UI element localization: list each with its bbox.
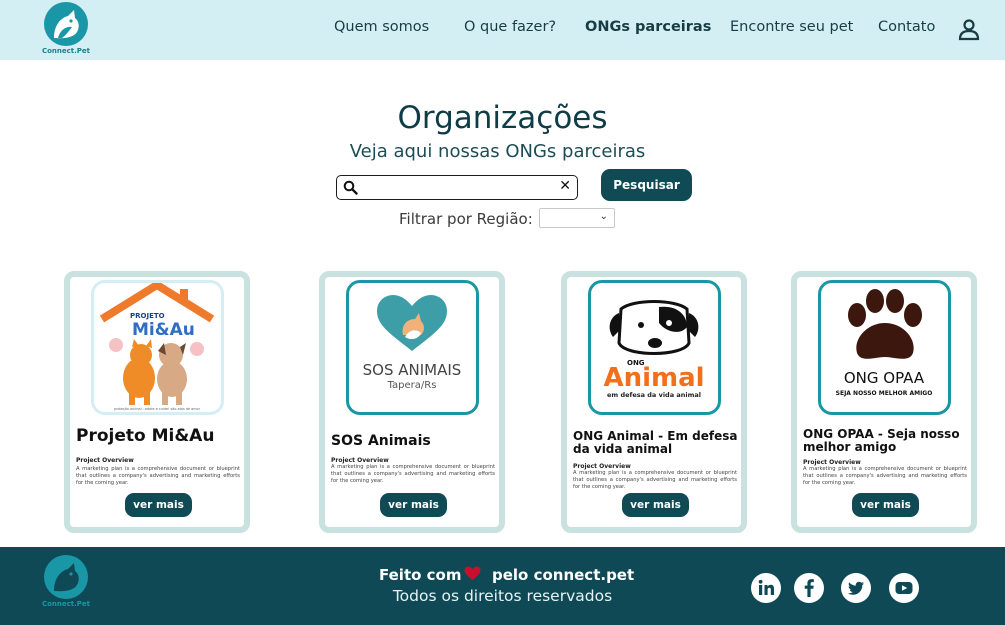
logo-text-slogan: em defesa da vida animal — [607, 391, 701, 399]
card-overview-label: Project Overview — [331, 457, 389, 464]
ong-logo-image: ONG Animal em defesa da vida animal — [588, 280, 721, 415]
logo-text-projeto: PROJETO — [130, 312, 165, 320]
search-button[interactable]: Pesquisar — [601, 169, 692, 201]
nav-quem-somos[interactable]: Quem somos — [334, 19, 429, 35]
logo-text-animal: Animal — [603, 363, 704, 393]
ver-mais-button[interactable]: ver mais — [852, 493, 919, 517]
card-description: A marketing plan is a comprehensive docu… — [331, 464, 495, 484]
chevron-down-icon: ⌄ — [599, 211, 608, 222]
ver-mais-button[interactable]: ver mais — [622, 493, 689, 517]
ong-card-ong-animal: ONG Animal em defesa da vida animal ONG … — [561, 271, 747, 533]
search-input[interactable] — [363, 178, 553, 197]
search-icon — [343, 180, 358, 195]
card-overview-label: Project Overview — [573, 463, 631, 470]
nav-ongs-parceiras[interactable]: ONGs parceiras — [585, 19, 711, 35]
card-title: ONG Animal - Em defesa da vida animal — [573, 429, 738, 456]
ver-mais-button[interactable]: ver mais — [125, 493, 192, 517]
footer: Connect.Pet Feito com pelo connect.pet T… — [0, 547, 1005, 625]
brand-logo[interactable]: Connect.Pet — [38, 2, 94, 55]
nav-o-que-fazer[interactable]: O que fazer? — [464, 19, 556, 35]
heart-icon — [464, 566, 481, 581]
facebook-icon[interactable] — [794, 573, 824, 603]
linkedin-icon[interactable] — [751, 573, 781, 603]
card-description: A marketing plan is a comprehensive docu… — [76, 466, 240, 486]
logo-text-miau: Mi&Au — [132, 320, 195, 340]
logo-caption: proteção animal - adote e cuide! são ato… — [114, 407, 201, 411]
region-select[interactable]: ⌄ — [539, 208, 615, 228]
card-title: SOS Animais — [331, 433, 431, 449]
ong-logo-image: ONG OPAA SEJA NOSSO MELHOR AMIGO — [818, 280, 951, 415]
made-by-text: pelo connect.pet — [492, 566, 635, 584]
card-description: A marketing plan is a comprehensive docu… — [803, 466, 967, 486]
card-overview-label: Project Overview — [803, 459, 861, 466]
user-icon[interactable] — [957, 17, 981, 41]
ver-mais-button[interactable]: ver mais — [380, 493, 447, 517]
logo-text-city: Tapera/Rs — [387, 380, 437, 391]
dog-cat-logo-icon — [44, 2, 88, 46]
close-icon[interactable]: ✕ — [559, 178, 571, 194]
filter-label: Filtrar por Região: — [399, 210, 533, 228]
brand-name: Connect.Pet — [41, 47, 91, 55]
twitter-icon[interactable] — [841, 573, 871, 603]
card-title: Projeto Mi&Au — [76, 426, 215, 446]
ong-card-sos-animais: SOS ANIMAIS Tapera/Rs SOS Animais Projec… — [319, 271, 505, 533]
ong-logo-image: SOS ANIMAIS Tapera/Rs — [346, 280, 479, 415]
logo-text-sos: SOS ANIMAIS — [363, 361, 462, 379]
page-title: Organizações — [397, 100, 608, 136]
ong-card-projeto-miau: PROJETO Mi&Au proteção animal - adote e … — [64, 271, 250, 533]
card-overview-label: Project Overview — [76, 457, 134, 464]
nav-contato[interactable]: Contato — [878, 19, 935, 35]
made-with-text: Feito com — [379, 566, 462, 584]
page-subtitle: Veja aqui nossas ONGs parceiras — [349, 141, 646, 162]
ong-logo-image: PROJETO Mi&Au proteção animal - adote e … — [91, 280, 224, 415]
logo-text-slogan: SEJA NOSSO MELHOR AMIGO — [836, 390, 933, 397]
card-description: A marketing plan is a comprehensive docu… — [573, 470, 737, 490]
nav-encontre-seu-pet[interactable]: Encontre seu pet — [730, 19, 853, 35]
youtube-icon[interactable] — [889, 573, 919, 603]
ong-card-ong-opaa: ONG OPAA SEJA NOSSO MELHOR AMIGO ONG OPA… — [791, 271, 977, 533]
card-title: ONG OPAA - Seja nosso melhor amigo — [803, 427, 960, 454]
search-field[interactable]: ✕ — [336, 175, 578, 200]
logo-text-opaa: ONG OPAA — [844, 369, 925, 387]
top-header: Connect.Pet Quem somos O que fazer? ONGs… — [0, 0, 1005, 60]
